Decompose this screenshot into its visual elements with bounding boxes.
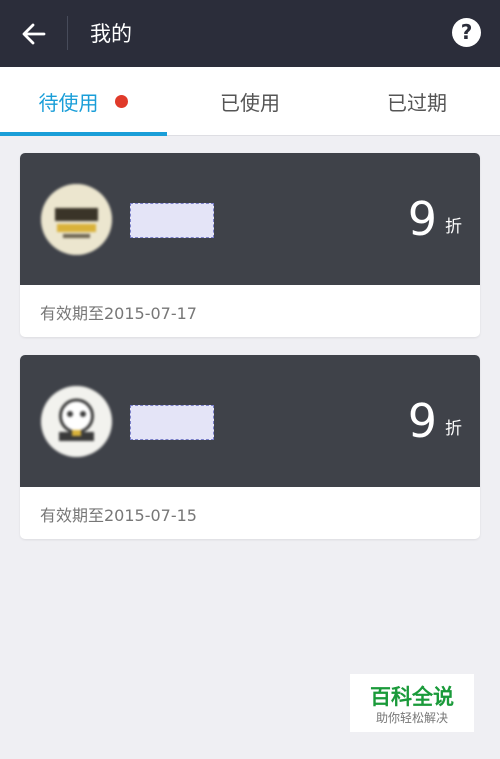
validity-text: 有效期至2015-07-17 xyxy=(40,304,197,323)
shop-avatar xyxy=(41,184,112,255)
tab-used[interactable]: 已使用 xyxy=(167,67,333,135)
validity-text: 有效期至2015-07-15 xyxy=(40,506,197,525)
coupon-card-header: 9 折 xyxy=(20,355,480,487)
help-icon[interactable]: ? xyxy=(452,18,481,47)
tab-bar: 待使用 已使用 已过期 xyxy=(0,67,500,136)
coupon-card[interactable]: 9 折 有效期至2015-07-17 xyxy=(20,153,480,337)
tab-label: 已使用 xyxy=(220,90,280,115)
discount-value: 9 折 xyxy=(408,191,462,247)
tab-label: 待使用 xyxy=(38,90,99,115)
coupon-card-header: 9 折 xyxy=(20,153,480,285)
coupon-card[interactable]: 9 折 有效期至2015-07-15 xyxy=(20,355,480,539)
discount-number: 9 xyxy=(407,192,437,246)
tab-label: 已过期 xyxy=(387,90,447,115)
page-title: 我的 xyxy=(90,22,132,46)
tab-unused[interactable]: 待使用 xyxy=(0,67,166,135)
discount-unit: 折 xyxy=(445,217,462,237)
tab-expired[interactable]: 已过期 xyxy=(334,67,500,135)
discount-unit: 折 xyxy=(445,419,462,439)
notification-dot xyxy=(114,94,128,108)
discount-number: 9 xyxy=(407,394,437,448)
watermark-title: 百科全说 xyxy=(370,685,454,709)
shop-avatar xyxy=(41,386,112,457)
watermark-subtitle: 助你轻松解决 xyxy=(375,711,448,725)
back-arrow-icon[interactable] xyxy=(18,18,50,50)
shop-name-redacted xyxy=(130,405,214,440)
shop-name-redacted xyxy=(130,203,214,238)
watermark-logo: 百科全说 助你轻松解决 xyxy=(350,674,474,732)
discount-value: 9 折 xyxy=(408,393,462,449)
top-app-bar: 我的 ? xyxy=(0,0,500,67)
header-divider xyxy=(67,16,68,50)
active-tab-indicator xyxy=(0,132,167,136)
